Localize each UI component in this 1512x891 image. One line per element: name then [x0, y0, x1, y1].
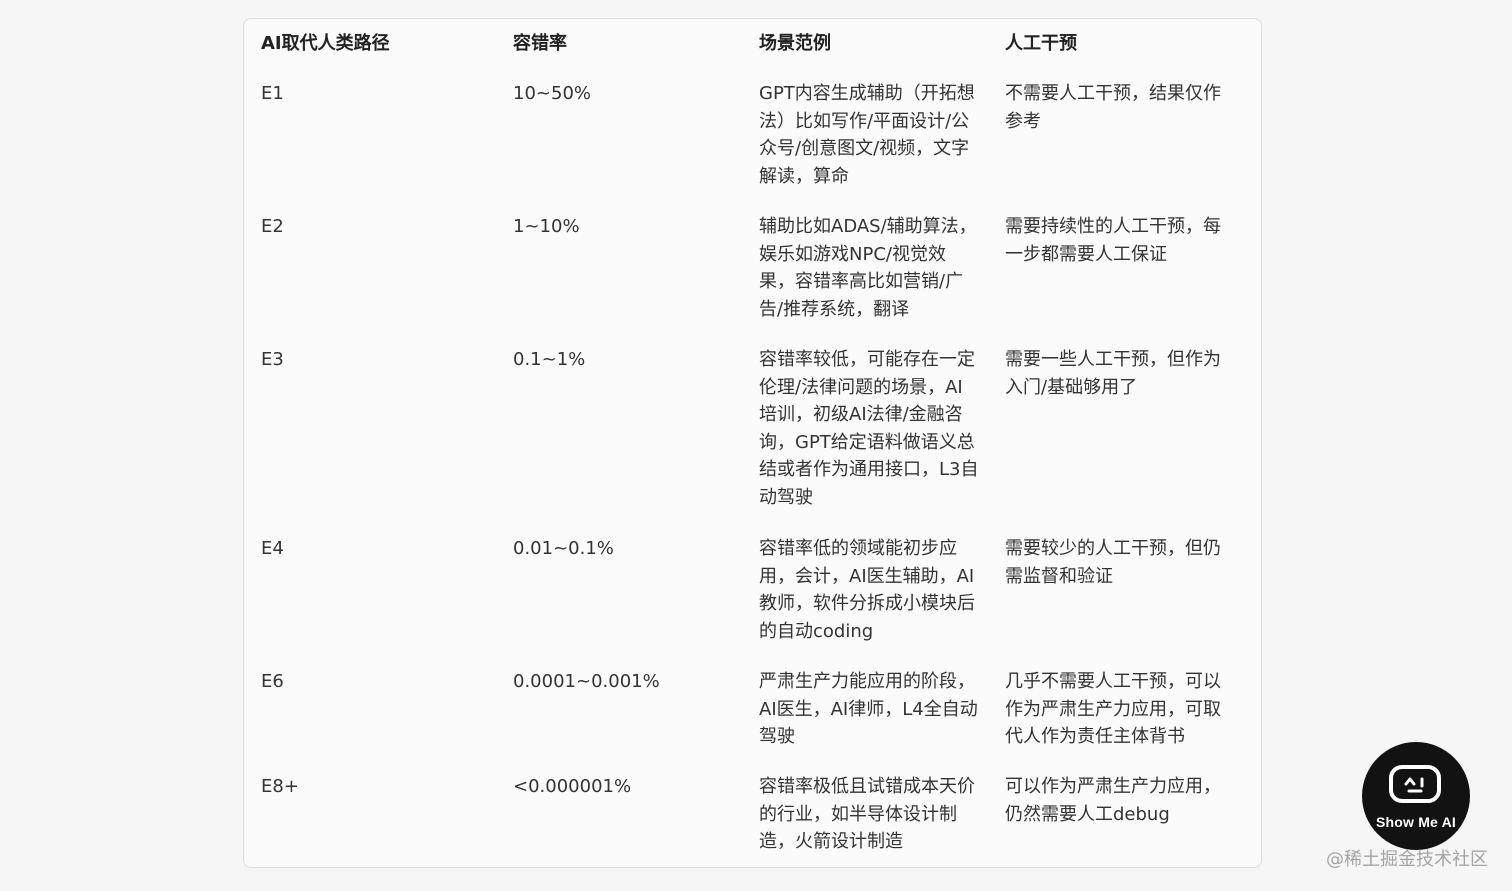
scenario-line: 动驾驶: [759, 486, 813, 508]
intervention-line: 不需要人工干预，结果仅作: [1005, 83, 1221, 104]
scenario-line: 伦理/法律问题的场景，AI: [759, 376, 963, 398]
scenario-line: 容错率低的领域能初步应: [759, 538, 957, 559]
table-card: AI取代人类路径 容错率 场景范例 人工干预 E1 10~50% GPT内容生成…: [243, 18, 1262, 868]
cell-scenarios: 辅助比如ADAS/辅助算法， 娱乐如游戏NPC/视觉效 果，容错率高比如营销/广…: [759, 213, 995, 323]
watermark: @稀土掘金技术社区: [1326, 849, 1488, 870]
cell-intervention: 可以作为严肃生产力应用， 仍然需要人工debug: [1005, 773, 1245, 828]
intervention-line: 可以作为严肃生产力应用，: [1005, 776, 1221, 797]
scenario-line: 结或者作为通用接口，L3自: [759, 459, 979, 480]
cell-path: E1: [261, 83, 284, 104]
scenario-line: 容错率较低，可能存在一定: [759, 349, 975, 370]
scenario-line: 解读，算命: [759, 165, 849, 187]
cell-tolerance: 10~50%: [513, 83, 591, 104]
cell-intervention: 不需要人工干预，结果仅作 参考: [1005, 80, 1245, 135]
cell-path: E2: [261, 216, 284, 237]
cell-scenarios: 严肃生产力能应用的阶段， AI医生，AI律师，L4全自动 驾驶: [759, 668, 995, 751]
header-tolerance: 容错率: [513, 33, 567, 54]
cell-tolerance: 0.01~0.1%: [513, 538, 614, 559]
cell-path: E4: [261, 538, 284, 559]
cell-path: E3: [261, 349, 284, 370]
cell-scenarios: 容错率极低且试错成本天价 的行业，如半导体设计制 造，火箭设计制造: [759, 773, 995, 856]
scenario-line: 询，GPT给定语料做语义总: [759, 431, 975, 453]
scenario-line: 法）比如写作/平面设计/公: [759, 110, 970, 132]
scenario-line: 娱乐如游戏NPC/视觉效: [759, 243, 946, 265]
header-scenarios: 场景范例: [759, 33, 831, 54]
scenario-line: AI医生，AI律师，L4全自动: [759, 698, 978, 720]
cell-scenarios: 容错率低的领域能初步应 用，会计，AI医生辅助，AI 教师，软件分拆成小模块后 …: [759, 535, 995, 645]
scenario-line: GPT内容生成辅助（开拓想: [759, 83, 975, 104]
cell-intervention: 需要一些人工干预，但作为 入门/基础够用了: [1005, 346, 1245, 401]
intervention-line: 需要持续性的人工干预，每: [1005, 216, 1221, 237]
intervention-line: 需要较少的人工干预，但仍: [1005, 538, 1221, 559]
robot-face-icon: [1389, 765, 1441, 803]
cell-scenarios: GPT内容生成辅助（开拓想 法）比如写作/平面设计/公 众号/创意图文/视频，文…: [759, 80, 995, 190]
logo-text: Show Me AI: [1375, 814, 1457, 830]
intervention-line: 几乎不需要人工干预，可以: [1005, 671, 1221, 692]
scenario-line: 辅助比如ADAS/辅助算法，: [759, 216, 977, 237]
scenario-line: 教师，软件分拆成小模块后: [759, 593, 975, 614]
header-path: AI取代人类路径: [261, 33, 390, 54]
cell-tolerance: 0.0001~0.001%: [513, 671, 660, 692]
show-me-ai-logo: Show Me AI: [1362, 742, 1470, 850]
intervention-line: 入门/基础够用了: [1005, 376, 1138, 398]
scenario-line: 造，火箭设计制造: [759, 831, 903, 852]
scenario-line: 用，会计，AI医生辅助，AI: [759, 565, 975, 587]
scenario-line: 驾驶: [759, 726, 795, 747]
scenario-line: 的自动coding: [759, 620, 874, 642]
cell-intervention: 需要持续性的人工干预，每 一步都需要人工保证: [1005, 213, 1245, 268]
cell-scenarios: 容错率较低，可能存在一定 伦理/法律问题的场景，AI 培训，初级AI法律/金融咨…: [759, 346, 995, 511]
intervention-line: 仍然需要人工debug: [1005, 803, 1170, 825]
cell-intervention: 几乎不需要人工干预，可以 作为严肃生产力应用，可取 代人作为责任主体背书: [1005, 668, 1245, 751]
scenario-line: 众号/创意图文/视频，文字: [759, 138, 970, 159]
intervention-line: 作为严肃生产力应用，可取: [1005, 698, 1221, 720]
intervention-line: 需监督和验证: [1005, 565, 1113, 587]
cell-path: E6: [261, 671, 284, 692]
cell-tolerance: <0.000001%: [513, 776, 632, 797]
intervention-line: 代人作为责任主体背书: [1005, 726, 1185, 747]
intervention-line: 参考: [1005, 110, 1041, 132]
intervention-line: 需要一些人工干预，但作为: [1005, 349, 1221, 370]
page: AI取代人类路径 容错率 场景范例 人工干预 E1 10~50% GPT内容生成…: [0, 0, 1512, 891]
header-intervention: 人工干预: [1005, 33, 1077, 54]
scenario-line: 告/推荐系统，翻译: [759, 298, 910, 320]
scenario-line: 果，容错率高比如营销/广: [759, 271, 964, 292]
scenario-line: 培训，初级AI法律/金融咨: [759, 404, 963, 425]
cell-tolerance: 1~10%: [513, 216, 580, 237]
scenario-line: 的行业，如半导体设计制: [759, 803, 957, 825]
cell-path: E8+: [261, 776, 299, 797]
intervention-line: 一步都需要人工保证: [1005, 243, 1167, 265]
cell-intervention: 需要较少的人工干预，但仍 需监督和验证: [1005, 535, 1245, 590]
cell-tolerance: 0.1~1%: [513, 349, 586, 370]
scenario-line: 严肃生产力能应用的阶段，: [759, 671, 975, 692]
scenario-line: 容错率极低且试错成本天价: [759, 776, 975, 797]
